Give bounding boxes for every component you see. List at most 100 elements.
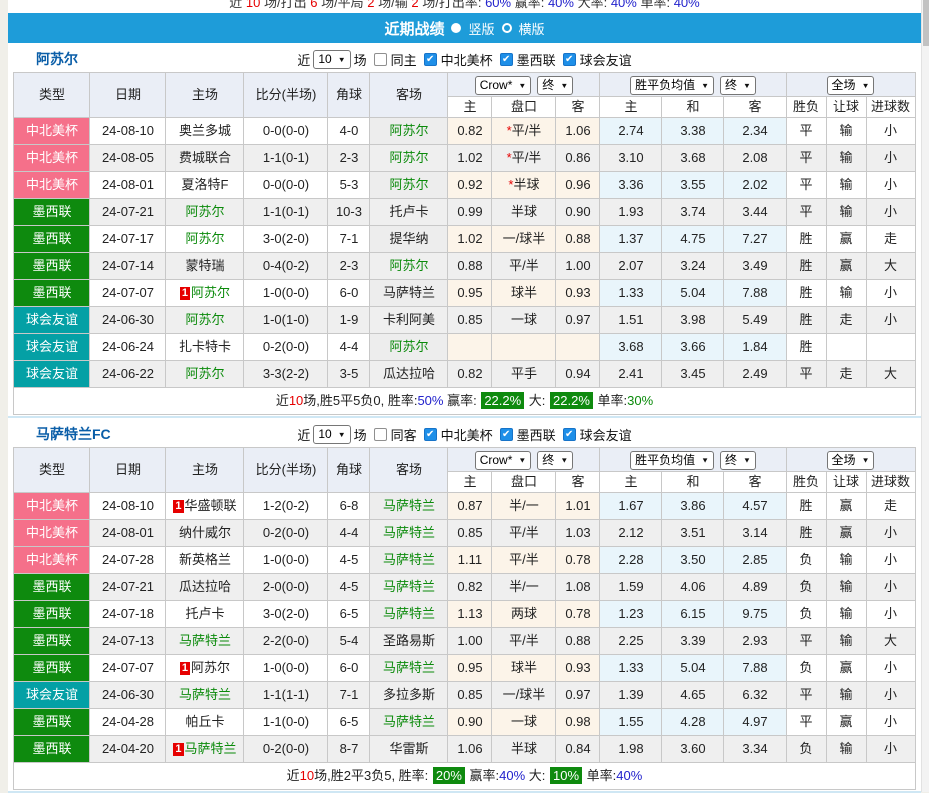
text-segment: 单率: <box>637 0 674 10</box>
competition-type-badge: 墨西联 <box>14 601 89 627</box>
away-team-cell: 马萨特兰 <box>370 601 448 628</box>
avg-select-value: 胜平负均值 <box>635 74 695 97</box>
handicap-text: 半/一 <box>509 498 539 513</box>
text-segment: 场/打出 <box>260 0 310 10</box>
away-odds-cell: 1.06 <box>556 118 600 145</box>
away-team-cell: 阿苏尔 <box>370 145 448 172</box>
final-select[interactable]: 终▼ <box>537 451 573 470</box>
avg-select[interactable]: 胜平负均值▼ <box>630 76 714 95</box>
away-team-cell: 托卢卡 <box>370 199 448 226</box>
home-team-name: 夏洛特F <box>181 177 228 192</box>
win-odds-cell: 1.67 <box>600 493 662 520</box>
bookmaker-select[interactable]: Crow*▼ <box>475 76 532 95</box>
handicap-result-cell: 输 <box>826 601 866 628</box>
lose-odds-cell: 6.32 <box>724 682 786 709</box>
type-cell: 中北美杯 <box>14 118 90 145</box>
match-row: 中北美杯24-08-10奥兰多城0-0(0-0)4-0阿苏尔0.82*平/半1.… <box>14 118 915 145</box>
result-cell: 胜 <box>786 307 826 334</box>
goals-result-cell <box>866 334 915 361</box>
score-cell: 0-2(0-0) <box>244 736 328 763</box>
same-venue-checkbox[interactable] <box>374 53 387 66</box>
league-label-0: 中北美杯 <box>441 425 493 444</box>
league-label-2: 球会友谊 <box>580 50 632 69</box>
type-cell: 墨西联 <box>14 199 90 226</box>
win-odds-cell: 2.25 <box>600 628 662 655</box>
away-team-cell: 马萨特兰 <box>370 547 448 574</box>
handicap-text: 半球 <box>511 204 537 219</box>
league-checkbox-1[interactable]: ✔ <box>500 428 513 441</box>
odds-avg-selects: 胜平负均值▼ 终▼ <box>630 76 756 95</box>
team-name-link[interactable]: 阿苏尔 <box>36 49 78 69</box>
competition-type-badge: 墨西联 <box>14 628 89 654</box>
final-select-2[interactable]: 终▼ <box>720 76 756 95</box>
sub-column-header: 让球 <box>826 472 866 493</box>
team-filter-bar: 马萨特兰FC近10▼场同客✔中北美杯✔墨西联✔球会友谊 <box>8 421 921 447</box>
score-cell: 1-1(1-1) <box>244 682 328 709</box>
corner-cell: 5-3 <box>328 172 370 199</box>
bookmaker-select[interactable]: Crow*▼ <box>475 451 532 470</box>
league-checkbox-0[interactable]: ✔ <box>424 53 437 66</box>
handicap-text: 一球 <box>511 714 537 729</box>
goals-result-cell: 小 <box>866 682 915 709</box>
home-team-name: 阿苏尔 <box>191 285 230 300</box>
away-team-name: 阿苏尔 <box>389 177 428 192</box>
away-team-name: 阿苏尔 <box>389 150 428 165</box>
horizontal-layout-radio[interactable] <box>502 23 512 33</box>
scope-select[interactable]: 全场▼ <box>827 76 875 95</box>
league-checkbox-0[interactable]: ✔ <box>424 428 437 441</box>
vertical-layout-radio[interactable] <box>451 23 461 33</box>
corner-cell: 7-1 <box>328 226 370 253</box>
sub-column-header: 让球 <box>826 97 866 118</box>
sub-column-header: 盘口 <box>492 472 556 493</box>
corner-cell: 6-0 <box>328 280 370 307</box>
home-odds-cell: 0.95 <box>448 655 492 682</box>
scope-select[interactable]: 全场▼ <box>827 451 875 470</box>
same-venue-checkbox[interactable] <box>374 428 387 441</box>
league-checkbox-2[interactable]: ✔ <box>563 428 576 441</box>
final-select-2[interactable]: 终▼ <box>720 451 756 470</box>
result-cell: 胜 <box>786 334 826 361</box>
match-row: 墨西联24-07-17阿苏尔3-0(2-0)7-1提华纳1.02一/球半0.88… <box>14 226 915 253</box>
league-checkbox-2[interactable]: ✔ <box>563 53 576 66</box>
text-segment: 赢率: <box>443 393 480 408</box>
handicap-text: 平/半 <box>512 123 542 138</box>
sub-column-header: 胜负 <box>786 472 826 493</box>
home-odds-cell: 0.87 <box>448 493 492 520</box>
home-team-name: 阿苏尔 <box>185 231 224 246</box>
date-cell: 24-06-30 <box>90 682 166 709</box>
away-team-name: 阿苏尔 <box>389 123 428 138</box>
corner-cell: 7-1 <box>328 682 370 709</box>
type-cell: 中北美杯 <box>14 547 90 574</box>
goals-result-cell: 走 <box>866 493 915 520</box>
home-team-name: 纳什威尔 <box>179 525 231 540</box>
home-team-cell: 马萨特兰 <box>166 682 244 709</box>
result-cell: 平 <box>786 118 826 145</box>
avg-select[interactable]: 胜平负均值▼ <box>630 451 714 470</box>
scrollbar-thumb[interactable] <box>923 0 929 46</box>
lose-odds-cell: 2.08 <box>724 145 786 172</box>
text-segment: 40% <box>548 0 574 10</box>
final-select[interactable]: 终▼ <box>537 76 573 95</box>
text-segment: 场/输 <box>375 0 412 10</box>
top-summary-note: 近 10 场/打出 6 场/平局 2 场/输 2 场/打出率: 60% 赢率: … <box>8 0 921 13</box>
away-odds-cell <box>556 334 600 361</box>
home-team-cell: 新英格兰 <box>166 547 244 574</box>
rest-days-flag: 1 <box>173 743 183 756</box>
type-cell: 墨西联 <box>14 655 90 682</box>
team-name-link[interactable]: 马萨特兰FC <box>36 424 111 444</box>
home-odds-cell: 1.02 <box>448 145 492 172</box>
sub-column-header: 主 <box>448 97 492 118</box>
recent-count-select[interactable]: 10▼ <box>313 425 350 444</box>
date-cell: 24-08-10 <box>90 493 166 520</box>
type-cell: 墨西联 <box>14 736 90 763</box>
text-segment: 2 <box>411 0 418 10</box>
away-team-name: 马萨特兰 <box>383 606 435 621</box>
home-odds-cell: 1.00 <box>448 628 492 655</box>
handicap-cell: 球半 <box>492 280 556 307</box>
league-checkbox-1[interactable]: ✔ <box>500 53 513 66</box>
away-team-cell: 华雷斯 <box>370 736 448 763</box>
recent-count-select[interactable]: 10▼ <box>313 50 350 69</box>
vertical-scrollbar[interactable] <box>921 0 929 792</box>
home-team-name: 奥兰多城 <box>179 123 231 138</box>
draw-odds-cell: 4.06 <box>662 574 724 601</box>
